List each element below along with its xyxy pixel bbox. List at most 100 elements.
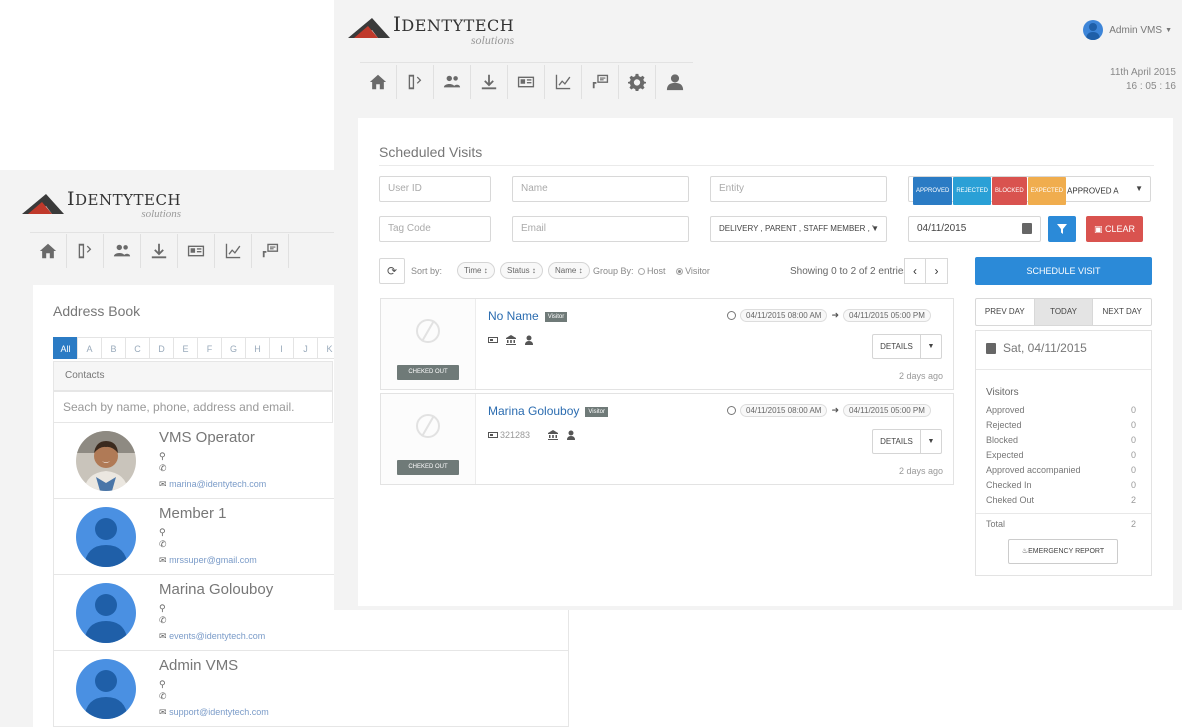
- details-label: DETAILS: [873, 335, 921, 358]
- alpha-f[interactable]: F: [197, 337, 221, 359]
- contact-email[interactable]: ✉ support@identytech.com: [159, 707, 269, 718]
- home-icon[interactable]: [30, 233, 67, 268]
- divider: [976, 369, 1151, 370]
- contact-email[interactable]: ✉ events@identytech.com: [159, 631, 265, 642]
- alpha-b[interactable]: B: [101, 337, 125, 359]
- group-by-label: Group By:: [593, 266, 634, 276]
- status-badge-expected: EXPECTED: [1027, 177, 1067, 205]
- name-input[interactable]: Name: [512, 176, 689, 202]
- avatar: [76, 431, 136, 491]
- visit-card[interactable]: CHEKED OUT Marina Golouboy Visitor 321283…: [380, 393, 954, 485]
- sort-name-button[interactable]: Name ↕: [548, 262, 590, 279]
- gear-icon[interactable]: [619, 64, 656, 99]
- status-badge-rejected: REJECTED: [953, 177, 992, 205]
- main-nav: [30, 232, 340, 268]
- stat-value: 0: [1130, 480, 1136, 490]
- contact-item[interactable]: Admin VMS ⚲ ✆ ✉ support@identytech.com: [53, 651, 569, 727]
- details-button[interactable]: DETAILS ▼: [872, 334, 942, 359]
- user-avatar: [1083, 20, 1104, 40]
- next-day-button[interactable]: NEXT DAY: [1092, 299, 1151, 325]
- today-button[interactable]: TODAY: [1033, 299, 1093, 325]
- group-by: Group By: Host Visitor: [593, 266, 710, 276]
- stat-row: Approved 0: [986, 405, 1136, 420]
- stat-row: Cheked Out 2: [986, 495, 1136, 510]
- calendar-icon[interactable]: [1022, 223, 1032, 234]
- alpha-h[interactable]: H: [245, 337, 269, 359]
- badge-icon[interactable]: [582, 64, 619, 99]
- badge-icon[interactable]: [252, 233, 289, 268]
- alpha-all[interactable]: All: [53, 337, 77, 359]
- sort-status-button[interactable]: Status ↕: [500, 262, 543, 279]
- prev-page-button[interactable]: ‹: [904, 258, 926, 284]
- contact-email[interactable]: ✉ marina@identytech.com: [159, 479, 266, 490]
- sort-time-button[interactable]: Time ↕: [457, 262, 495, 279]
- stat-row: Rejected 0: [986, 420, 1136, 435]
- status-badge-blocked: BLOCKED: [992, 177, 1027, 205]
- alpha-g[interactable]: G: [221, 337, 245, 359]
- contact-name: Member 1: [159, 505, 227, 522]
- user-menu[interactable]: Admin VMS ▼: [1083, 20, 1172, 40]
- alpha-i[interactable]: I: [269, 337, 293, 359]
- contacts-search-input[interactable]: Seach by name, phone, address and email.: [53, 391, 333, 423]
- chevron-down-icon: ▼: [1135, 184, 1143, 193]
- clear-label: CLEAR: [1105, 224, 1136, 234]
- visit-times: 04/11/2015 08:00 AM ➜ 04/11/2015 05:00 P…: [727, 309, 931, 322]
- brand-logo[interactable]: IDENTYTECH solutions: [348, 14, 514, 46]
- status-select[interactable]: APPROVED REJECTED BLOCKED EXPECTED APPROVED …: [908, 176, 1151, 205]
- entity-input[interactable]: Entity: [710, 176, 887, 202]
- chart-icon[interactable]: [545, 64, 582, 99]
- brand-initial: I: [67, 188, 76, 210]
- schedule-visit-button[interactable]: SCHEDULE VISIT: [975, 257, 1152, 285]
- visit-card[interactable]: CHEKED OUT No Name Visitor 04/11/2015 08:…: [380, 298, 954, 390]
- alpha-a[interactable]: A: [77, 337, 101, 359]
- stat-value: 0: [1130, 420, 1136, 430]
- email-input[interactable]: Email: [512, 216, 689, 242]
- page-title: Scheduled Visits: [379, 144, 483, 160]
- id-card-icon[interactable]: [178, 233, 215, 268]
- date-input[interactable]: 04/11/2015: [908, 216, 1041, 242]
- download-icon[interactable]: [471, 64, 508, 99]
- visitor-badge: Visitor: [585, 406, 608, 417]
- visitor-name: Marina Golouboy: [488, 404, 580, 418]
- id-card-icon[interactable]: [508, 64, 545, 99]
- location-icon: ⚲: [159, 603, 166, 613]
- next-page-button[interactable]: ›: [926, 258, 948, 284]
- brand-logo[interactable]: IDENTYTECH solutions: [22, 190, 181, 230]
- alpha-e[interactable]: E: [173, 337, 197, 359]
- refresh-icon[interactable]: ⟳: [379, 258, 405, 284]
- filter-button[interactable]: [1048, 216, 1076, 242]
- user-id-input[interactable]: User ID: [379, 176, 491, 202]
- details-button[interactable]: DETAILS ▼: [872, 429, 942, 454]
- tag-code-input[interactable]: Tag Code: [379, 216, 491, 242]
- emergency-report-button[interactable]: ♨EMERGENCY REPORT: [1008, 539, 1118, 564]
- clear-button[interactable]: ▣ CLEAR: [1086, 216, 1143, 242]
- group-host-radio[interactable]: [638, 268, 646, 276]
- chart-icon[interactable]: [215, 233, 252, 268]
- users-icon[interactable]: [434, 64, 471, 99]
- chevron-down-icon[interactable]: ▼: [921, 335, 941, 358]
- visits-icon[interactable]: [397, 64, 434, 99]
- alpha-c[interactable]: C: [125, 337, 149, 359]
- home-icon[interactable]: [360, 64, 397, 99]
- logo-mark-icon: [22, 194, 64, 214]
- tag-code: 321283: [500, 430, 531, 440]
- contact-email[interactable]: ✉ mrssuper@gmail.com: [159, 555, 257, 566]
- group-visitor-radio[interactable]: [676, 268, 684, 276]
- chevron-down-icon[interactable]: ▼: [921, 430, 941, 453]
- visit-icons: [488, 335, 534, 345]
- download-icon[interactable]: [141, 233, 178, 268]
- alpha-j[interactable]: J: [293, 337, 317, 359]
- visits-icon[interactable]: [67, 233, 104, 268]
- stat-value: 0: [1130, 450, 1136, 460]
- contact-email-text: support@identytech.com: [169, 707, 269, 717]
- alpha-d[interactable]: D: [149, 337, 173, 359]
- users-icon[interactable]: [104, 233, 141, 268]
- location-icon: ⚲: [159, 451, 166, 461]
- visit-name[interactable]: Marina Golouboy Visitor: [488, 404, 608, 418]
- visit-start: 04/11/2015 08:00 AM: [740, 309, 828, 322]
- user-icon[interactable]: [656, 65, 693, 99]
- type-select[interactable]: DELIVERY , PARENT , STAFF MEMBER , ' ▼: [710, 216, 887, 242]
- prev-day-button[interactable]: PREV DAY: [976, 299, 1034, 325]
- visit-name[interactable]: No Name Visitor: [488, 309, 568, 323]
- avatar: [76, 583, 136, 643]
